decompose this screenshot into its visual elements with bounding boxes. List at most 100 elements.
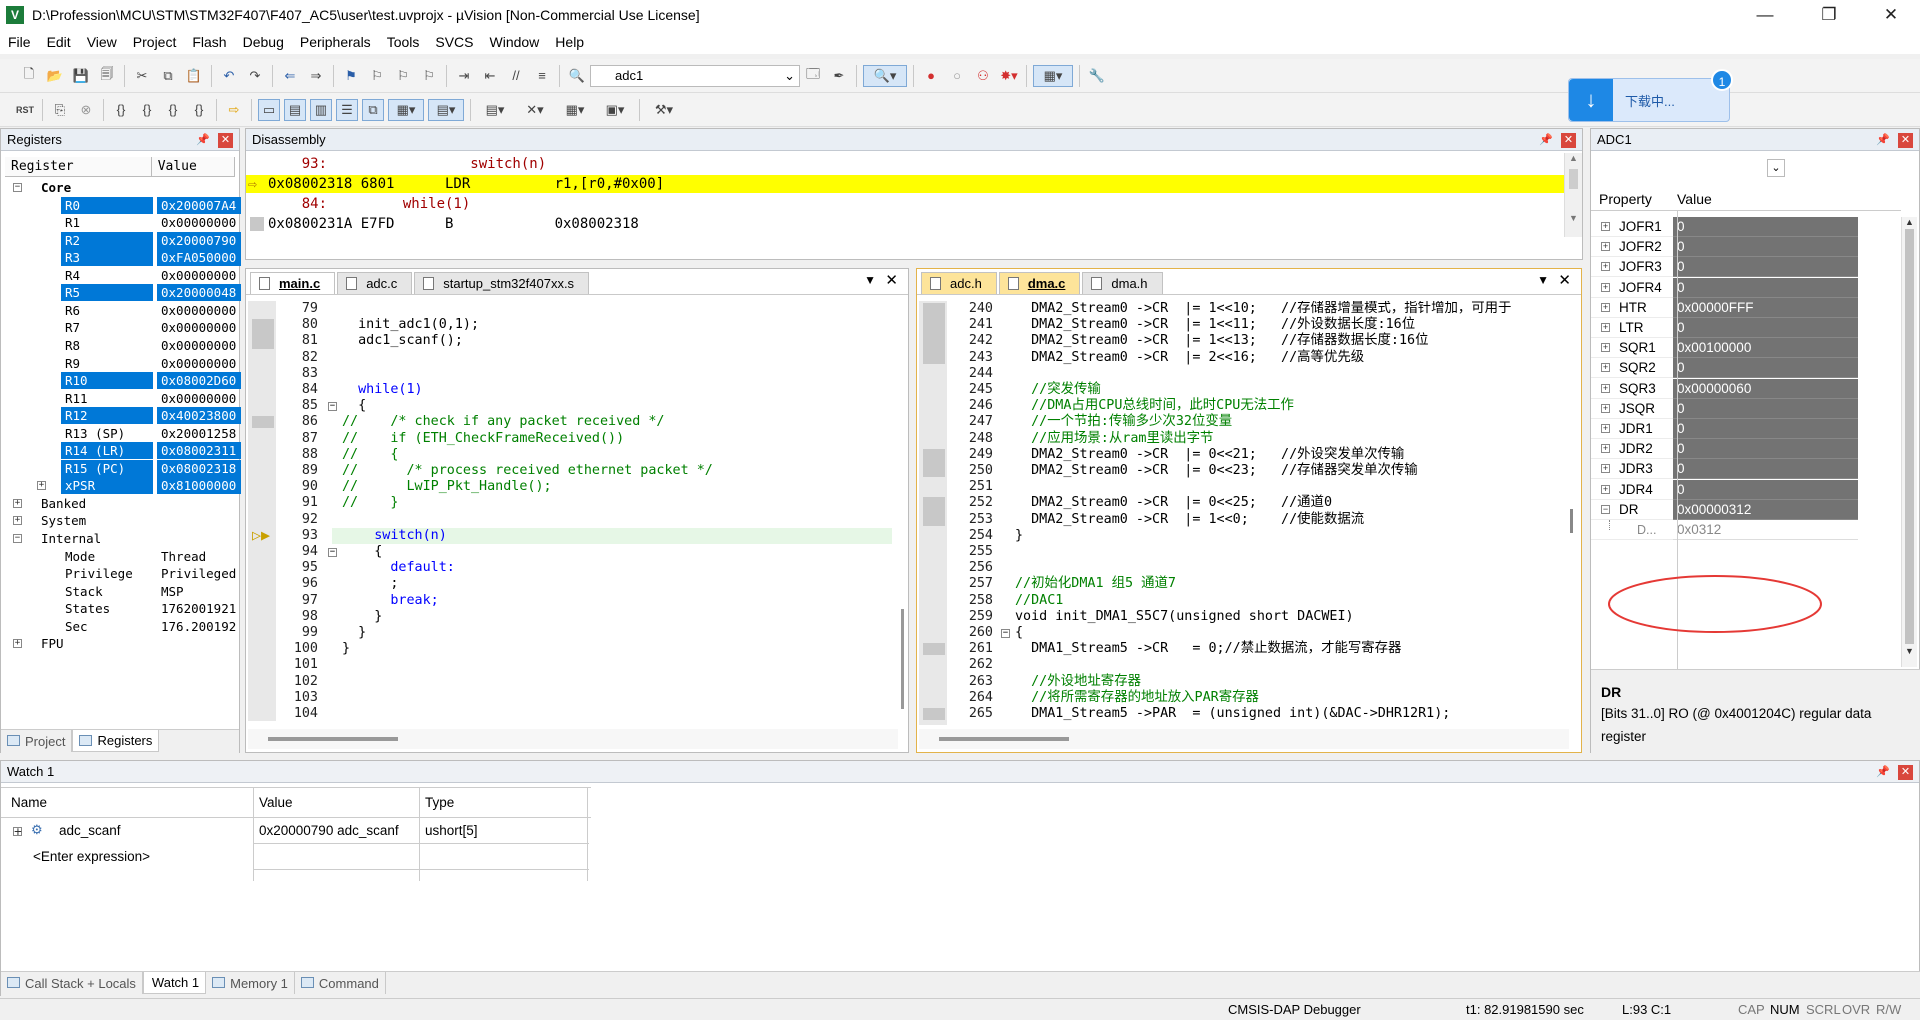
code-line[interactable]: 91 // } — [248, 495, 898, 511]
code-line[interactable]: 252 DMA2_Stream0 ->CR |= 0<<25; //通道0 — [919, 495, 1563, 511]
code-line[interactable]: 260−{ — [919, 625, 1563, 641]
save-icon[interactable]: 💾 — [70, 65, 92, 87]
code-line[interactable]: 97 break; — [248, 593, 898, 609]
code-line[interactable]: 101 — [248, 657, 898, 673]
code-line[interactable]: 250 DMA2_Stream0 ->CR |= 0<<23; //存储器突发单… — [919, 463, 1563, 479]
scroll-thumb[interactable] — [1905, 229, 1914, 644]
collapse-icon[interactable]: − — [13, 183, 22, 192]
step-out-icon[interactable]: {} — [162, 99, 184, 121]
menu-edit[interactable]: Edit — [39, 34, 79, 50]
watch-row-name[interactable]: adc_scanf — [59, 823, 121, 838]
scroll-down-icon[interactable]: ▼ — [1902, 646, 1917, 656]
breakpoint-disable-all-icon[interactable]: ⚇ — [972, 65, 994, 87]
pin-icon[interactable]: 📌 — [1876, 766, 1890, 778]
scroll-down-icon[interactable]: ▼ — [1565, 213, 1582, 223]
register-row[interactable]: + System — [5, 512, 237, 529]
reset-icon[interactable]: RST — [14, 99, 36, 121]
code-line[interactable]: 262 — [919, 657, 1563, 673]
tab-adc-c[interactable]: adc.c — [337, 272, 413, 294]
indent-icon[interactable]: ⇥ — [453, 65, 475, 87]
scroll-thumb[interactable] — [1569, 169, 1578, 189]
adc1-register-value[interactable]: 0x00000060 — [1673, 378, 1858, 399]
code-line[interactable]: 245 //突发传输 — [919, 382, 1563, 398]
fold-toggle-icon[interactable]: − — [328, 402, 337, 412]
code-line[interactable]: 257 //初始化DMA1 组5 通道7 — [919, 576, 1563, 592]
adc1-register-row[interactable]: + JOFR1 0 — [1591, 217, 1901, 237]
code-line[interactable]: 263 //外设地址寄存器 — [919, 674, 1563, 690]
adc1-scrollbar[interactable]: ▲ ▼ — [1901, 217, 1917, 667]
run-to-cursor-icon[interactable]: {} — [188, 99, 210, 121]
disassembly-scrollbar[interactable]: ▲ ▼ — [1564, 153, 1582, 237]
incremental-find-icon[interactable]: ✒ — [828, 65, 850, 87]
find-in-files-icon[interactable]: 🔍 — [566, 65, 588, 87]
bookmark-prev-icon[interactable]: ⚐ — [366, 65, 388, 87]
adc1-register-value[interactable]: 0x00000FFF — [1673, 297, 1858, 318]
code-line[interactable]: 248 //应用场景:从ram里读出字节 — [919, 431, 1563, 447]
paste-icon[interactable]: 📋 — [183, 65, 205, 87]
adc1-field-value[interactable]: 0x0312 — [1673, 520, 1858, 540]
download-progress-widget[interactable]: ↓ 下载中... 1 — [1568, 69, 1733, 122]
breakpoint-insert-icon[interactable]: ● — [920, 65, 942, 87]
code-line[interactable]: 251 — [919, 479, 1563, 495]
run-icon[interactable]: ⎘ — [49, 99, 71, 121]
comment-icon[interactable]: // — [505, 65, 527, 87]
tab-list-dropdown-icon[interactable]: ▼ — [864, 273, 876, 287]
pin-icon[interactable]: 📌 — [1876, 134, 1890, 146]
open-file-icon[interactable]: 📂 — [44, 65, 66, 87]
code-line[interactable]: 247 //一个节拍:传输多少次32位变量 — [919, 414, 1563, 430]
nav-back-icon[interactable]: ⇐ — [279, 65, 301, 87]
menu-help[interactable]: Help — [547, 34, 592, 50]
code-line[interactable]: 100} — [248, 641, 898, 657]
adc1-register-value[interactable]: 0 — [1673, 398, 1858, 419]
code-line[interactable]: 104 — [248, 706, 898, 722]
menu-file[interactable]: File — [0, 34, 39, 50]
fold-toggle-icon[interactable]: − — [328, 548, 337, 557]
tab-registers[interactable]: Registers — [72, 730, 160, 752]
disassembly-listing[interactable]: 93: switch(n) ⇨ 0x08002318 6801 LDR r1,[r0… — [246, 155, 1564, 235]
adc1-register-value[interactable]: 0 — [1673, 358, 1858, 379]
adc1-register-value[interactable]: 0x00100000 — [1673, 338, 1858, 359]
register-row[interactable]: R13 (SP) 0x20001258 — [5, 425, 237, 442]
disassembly-line[interactable]: 0x0800231A E7FD B 0x08002318 — [246, 215, 1564, 233]
adc1-field-row[interactable]: D... 0x0312 — [1591, 520, 1901, 540]
adc1-register-row[interactable]: + JDR1 0 — [1591, 419, 1901, 439]
tab-adc-h[interactable]: adc.h — [921, 272, 997, 294]
tab-startup-s[interactable]: startup_stm32f407xx.s — [414, 272, 590, 294]
register-row[interactable]: R6 0x00000000 — [5, 302, 237, 319]
maximize-button[interactable]: ❐ — [1806, 0, 1852, 30]
adc1-register-value[interactable]: 0 — [1673, 217, 1858, 237]
code-line[interactable]: 96 ; — [248, 576, 898, 592]
menu-peripherals[interactable]: Peripherals — [292, 34, 379, 50]
pin-icon[interactable]: 📌 — [196, 134, 210, 146]
copy-icon[interactable]: ⧉ — [157, 65, 179, 87]
adc1-register-row[interactable]: + JOFR3 0 — [1591, 257, 1901, 278]
code-line[interactable]: 258 //DAC1 — [919, 593, 1563, 609]
code-editor-dma-c[interactable]: 240 DMA2_Stream0 ->CR |= 1<<10; //存储器增量模… — [919, 301, 1563, 725]
register-row[interactable]: − Core — [5, 179, 237, 196]
adc1-register-row[interactable]: + JSQR 0 — [1591, 398, 1901, 419]
tab-memory-1[interactable]: Memory 1 — [206, 972, 295, 994]
breakpoint-kill-all-icon[interactable]: ✸▾ — [998, 65, 1020, 87]
show-next-statement-icon[interactable]: ⇨ — [223, 99, 245, 121]
register-row[interactable]: States 1762001921 — [5, 600, 237, 617]
disassembly-window-icon[interactable]: ▤ — [284, 98, 306, 121]
registers-window-icon[interactable]: ☰ — [336, 98, 358, 121]
adc1-register-value[interactable]: 0 — [1673, 257, 1858, 278]
adc1-register-row[interactable]: + JOFR2 0 — [1591, 237, 1901, 258]
code-line[interactable]: 249 DMA2_Stream0 ->CR |= 0<<21; //外设突发单次… — [919, 447, 1563, 463]
register-row[interactable]: R11 0x00000000 — [5, 390, 237, 407]
horizontal-scrollbar[interactable] — [919, 729, 1569, 749]
register-row[interactable]: Mode Thread — [5, 548, 237, 565]
redo-icon[interactable]: ↷ — [244, 65, 266, 87]
breakpoint-enable-icon[interactable]: ○ — [946, 65, 968, 87]
serial-windows-icon[interactable]: ▤▾ — [477, 99, 513, 121]
watch-windows-icon[interactable]: ▦▾ — [388, 98, 424, 121]
minimize-button[interactable]: — — [1742, 0, 1788, 30]
code-line[interactable]: 241 DMA2_Stream0 ->CR |= 1<<11; //外设数据长度… — [919, 317, 1563, 333]
close-icon[interactable]: ✕ — [1558, 271, 1571, 289]
code-line[interactable]: 89 // /* process received ethernet packet… — [248, 463, 898, 479]
code-line[interactable]: 256 — [919, 560, 1563, 576]
enter-expression-input[interactable]: <Enter expression> — [33, 849, 150, 864]
register-row[interactable]: R3 0xFA050000 — [5, 249, 241, 267]
code-line[interactable]: 246 //DMA占用CPU总线时间，此时CPU无法工作 — [919, 398, 1563, 414]
